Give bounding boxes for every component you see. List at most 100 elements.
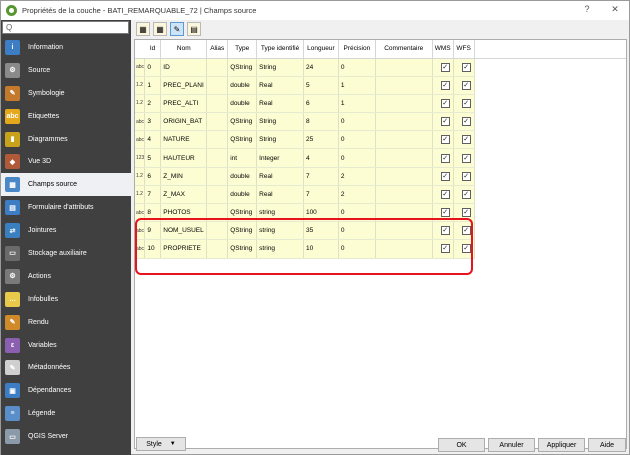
cell-type-id[interactable]: Real: [256, 94, 304, 114]
sidebar-item-source-fields[interactable]: ▦ Champs source: [1, 173, 131, 197]
apply-button[interactable]: Appliquer: [538, 438, 585, 452]
cell-type[interactable]: QString: [227, 130, 258, 150]
cell-commentaire[interactable]: [375, 167, 433, 186]
cell-nom[interactable]: NOM_USUEL: [160, 221, 208, 241]
cell-precision[interactable]: 1: [338, 76, 376, 95]
cell-id[interactable]: 6: [144, 167, 162, 186]
sidebar-item-metadata[interactable]: ✎ Métadonnées: [1, 356, 131, 379]
cell-id[interactable]: 1: [144, 76, 162, 95]
column-header[interactable]: Nom: [160, 40, 208, 59]
table-row[interactable]: 1.2 1 PREC_PLANI double Real 5 1 ✓ ✓: [135, 76, 626, 95]
cell-id[interactable]: 3: [144, 112, 162, 132]
sidebar-item-symbology-brush[interactable]: ✎ Symbologie: [1, 82, 131, 105]
cell-longueur[interactable]: 35: [303, 221, 339, 241]
cell-type-id[interactable]: Real: [256, 76, 304, 95]
cell-type[interactable]: double: [227, 185, 258, 205]
cell-type[interactable]: double: [227, 167, 258, 186]
cell-id[interactable]: 0: [144, 58, 162, 77]
cell-precision[interactable]: 0: [338, 148, 376, 168]
new-field-icon[interactable]: ▦: [136, 22, 150, 36]
column-header[interactable]: Précision: [338, 40, 376, 59]
cell-longueur[interactable]: 6: [303, 94, 339, 114]
sidebar-item-labels-abc[interactable]: abc Etiquettes: [1, 105, 131, 128]
cell-precision[interactable]: 0: [338, 221, 376, 241]
column-header[interactable]: Alias: [206, 40, 229, 59]
cell-type-id[interactable]: Integer: [256, 148, 304, 168]
cell-longueur[interactable]: 4: [303, 148, 339, 168]
column-header[interactable]: Id: [144, 40, 162, 59]
sidebar-item-legend[interactable]: ≡ Légende: [1, 402, 131, 425]
wms-checkbox[interactable]: ✓: [440, 117, 450, 127]
column-header[interactable]: WMS: [432, 40, 454, 59]
sidebar-item-joins[interactable]: ⇄ Jointures: [1, 219, 131, 242]
cell-id[interactable]: 9: [144, 221, 162, 241]
sidebar-item-tooltip-bubble[interactable]: … Infobulles: [1, 288, 131, 311]
column-header[interactable]: Commentaire: [375, 40, 433, 59]
wms-checkbox[interactable]: ✓: [440, 244, 450, 254]
cell-type-id[interactable]: Real: [256, 185, 304, 205]
cell-nom[interactable]: PREC_ALTI: [160, 94, 208, 114]
cell-precision[interactable]: 0: [338, 130, 376, 150]
wms-checkbox[interactable]: ✓: [440, 98, 450, 108]
wfs-checkbox[interactable]: ✓: [461, 62, 471, 72]
cell-commentaire[interactable]: [375, 112, 433, 132]
cell-alias[interactable]: [206, 167, 229, 186]
cell-commentaire[interactable]: [375, 148, 433, 168]
cell-longueur[interactable]: 100: [303, 203, 339, 223]
table-row[interactable]: abc 0 ID QString String 24 0 ✓ ✓: [135, 58, 626, 77]
cell-alias[interactable]: [206, 221, 229, 241]
column-header[interactable]: Longueur: [303, 40, 339, 59]
cell-type[interactable]: QString: [227, 58, 258, 77]
toggle-editing-pencil-icon[interactable]: ✎: [170, 22, 184, 36]
cell-precision[interactable]: 0: [338, 112, 376, 132]
cell-longueur[interactable]: 7: [303, 167, 339, 186]
wfs-checkbox[interactable]: ✓: [461, 171, 471, 181]
cell-commentaire[interactable]: [375, 130, 433, 150]
sidebar-item-source-gears[interactable]: ⚙ Source: [1, 59, 131, 82]
column-header[interactable]: Type: [227, 40, 258, 59]
cell-alias[interactable]: [206, 58, 229, 77]
cell-longueur[interactable]: 5: [303, 76, 339, 95]
cell-alias[interactable]: [206, 185, 229, 205]
wms-checkbox[interactable]: ✓: [440, 208, 450, 218]
cell-nom[interactable]: PREC_PLANI: [160, 76, 208, 95]
cell-nom[interactable]: ID: [160, 58, 208, 77]
cell-type[interactable]: QString: [227, 239, 258, 259]
cell-id[interactable]: 2: [144, 94, 162, 114]
wfs-checkbox[interactable]: ✓: [461, 189, 471, 199]
cell-nom[interactable]: NATURE: [160, 130, 208, 150]
sidebar-item-diagrams[interactable]: ▮ Diagrammes: [1, 128, 131, 151]
table-row[interactable]: abc 4 NATURE QString String 25 0 ✓ ✓: [135, 130, 626, 150]
sidebar-item-qgis-server[interactable]: ▭ QGIS Server: [1, 425, 131, 448]
cell-type-id[interactable]: string: [256, 239, 304, 259]
cell-longueur[interactable]: 8: [303, 112, 339, 132]
cell-longueur[interactable]: 24: [303, 58, 339, 77]
wfs-checkbox[interactable]: ✓: [461, 117, 471, 127]
cell-alias[interactable]: [206, 203, 229, 223]
cell-alias[interactable]: [206, 130, 229, 150]
cell-type[interactable]: QString: [227, 221, 258, 241]
cell-precision[interactable]: 2: [338, 185, 376, 205]
table-row[interactable]: 1.2 2 PREC_ALTI double Real 6 1 ✓ ✓: [135, 94, 626, 114]
cell-nom[interactable]: Z_MIN: [160, 167, 208, 186]
help-title-button[interactable]: ?: [577, 4, 597, 14]
delete-field-icon[interactable]: ▦: [153, 22, 167, 36]
cell-commentaire[interactable]: [375, 239, 433, 259]
cell-type-id[interactable]: string: [256, 203, 304, 223]
cell-id[interactable]: 5: [144, 148, 162, 168]
field-calculator-icon[interactable]: ▤: [187, 22, 201, 36]
cell-nom[interactable]: Z_MAX: [160, 185, 208, 205]
cell-alias[interactable]: [206, 76, 229, 95]
cell-commentaire[interactable]: [375, 221, 433, 241]
cell-precision[interactable]: 1: [338, 94, 376, 114]
wms-checkbox[interactable]: ✓: [440, 153, 450, 163]
cell-id[interactable]: 4: [144, 130, 162, 150]
cell-alias[interactable]: [206, 148, 229, 168]
cell-nom[interactable]: PROPRIETE: [160, 239, 208, 259]
cell-alias[interactable]: [206, 239, 229, 259]
cell-nom[interactable]: ORIGIN_BAT: [160, 112, 208, 132]
table-row[interactable]: abc 9 NOM_USUEL QString string 35 0 ✓ ✓: [135, 221, 626, 241]
help-button[interactable]: Aide: [588, 438, 626, 452]
cell-nom[interactable]: HAUTEUR: [160, 148, 208, 168]
cell-commentaire[interactable]: [375, 58, 433, 77]
